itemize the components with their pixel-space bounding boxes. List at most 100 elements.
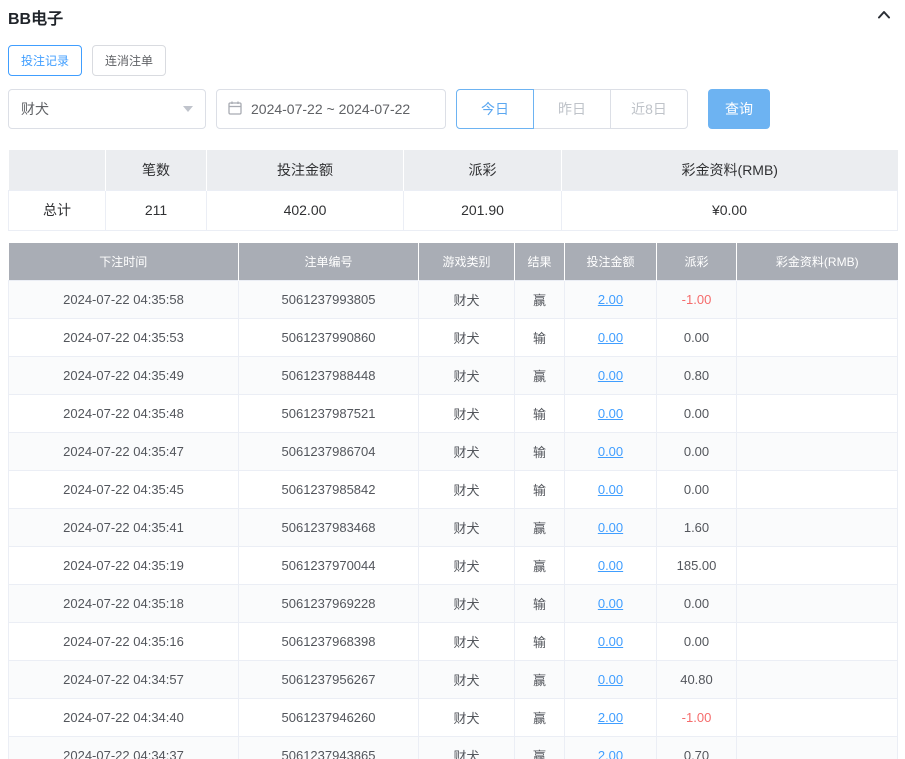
game-type: 财犬 <box>418 394 515 433</box>
summary-total-row: 总计 211 402.00 201.90 ¥0.00 <box>8 189 898 231</box>
bet-amount-link[interactable]: 0.00 <box>598 368 623 383</box>
order-id: 5061237970044 <box>238 546 419 585</box>
bet-amount-cell: 0.00 <box>564 584 657 623</box>
bet-time: 2024-07-22 04:35:16 <box>8 622 239 661</box>
bet-amount-link[interactable]: 2.00 <box>598 292 623 307</box>
yesterday-button[interactable]: 昨日 <box>533 89 611 129</box>
payout-value: 0.00 <box>656 318 737 357</box>
bonus-value <box>736 508 898 547</box>
search-button[interactable]: 查询 <box>708 89 770 129</box>
bet-amount-cell: 0.00 <box>564 508 657 547</box>
col-header-game-type: 游戏类别 <box>418 242 515 281</box>
payout-value: 40.80 <box>656 660 737 699</box>
bet-amount-cell: 0.00 <box>564 622 657 661</box>
bet-amount-cell: 0.00 <box>564 470 657 509</box>
game-type: 财犬 <box>418 736 515 759</box>
calendar-icon <box>227 100 243 119</box>
bet-time: 2024-07-22 04:35:48 <box>8 394 239 433</box>
bet-table: 下注时间 注单编号 游戏类别 结果 投注金额 派彩 彩金资料(RMB) 2024… <box>8 242 898 759</box>
game-select-value: 财犬 <box>21 101 49 117</box>
payout-value: -1.00 <box>656 698 737 737</box>
table-row: 2024-07-22 04:35:19 5061237970044 财犬赢 0.00 1… <box>8 546 898 585</box>
result-label: 输 <box>514 394 565 433</box>
game-type: 财犬 <box>418 356 515 395</box>
result-label: 输 <box>514 584 565 623</box>
bonus-value <box>736 394 898 433</box>
table-row: 2024-07-22 04:34:57 5061237956267 财犬赢 0.00 4… <box>8 660 898 699</box>
summary-total-bonus: ¥0.00 <box>561 189 898 231</box>
bet-amount-link[interactable]: 2.00 <box>598 748 623 759</box>
summary-total-bet-amount: 402.00 <box>206 189 404 231</box>
chevron-up-icon <box>875 6 893 27</box>
table-row: 2024-07-22 04:34:40 5061237946260 财犬赢 2.00 -… <box>8 698 898 737</box>
col-header-order-id: 注单编号 <box>238 242 419 281</box>
table-row: 2024-07-22 04:35:41 5061237983468 财犬赢 0.00 1… <box>8 508 898 547</box>
bet-time: 2024-07-22 04:35:18 <box>8 584 239 623</box>
game-type: 财犬 <box>418 698 515 737</box>
col-header-payout: 派彩 <box>656 242 737 281</box>
collapse-button[interactable] <box>875 6 893 27</box>
bonus-value <box>736 280 898 319</box>
tab-bar: 投注记录 连消注单 <box>8 45 897 76</box>
col-header-bonus: 彩金资料(RMB) <box>736 242 898 281</box>
order-id: 5061237946260 <box>238 698 419 737</box>
summary-header-row: 笔数 投注金额 派彩 彩金资料(RMB) <box>8 150 898 190</box>
filter-bar: 财犬 2024-07-22 ~ 2024-07-22 今日 昨日 近8日 查询 <box>8 89 897 129</box>
table-row: 2024-07-22 04:35:47 5061237986704 财犬输 0.00 0… <box>8 432 898 471</box>
bet-time: 2024-07-22 04:35:49 <box>8 356 239 395</box>
bonus-value <box>736 318 898 357</box>
tab-canceled-orders[interactable]: 连消注单 <box>92 45 167 76</box>
bet-time: 2024-07-22 04:34:37 <box>8 736 239 759</box>
quick-date-buttons: 今日 昨日 近8日 <box>456 89 688 129</box>
payout-value: 0.00 <box>656 394 737 433</box>
bonus-value <box>736 698 898 737</box>
today-button[interactable]: 今日 <box>456 89 534 129</box>
payout-value: 185.00 <box>656 546 737 585</box>
result-label: 输 <box>514 622 565 661</box>
bet-amount-link[interactable]: 0.00 <box>598 596 623 611</box>
bonus-value <box>736 660 898 699</box>
bonus-value <box>736 622 898 661</box>
bet-amount-link[interactable]: 0.00 <box>598 330 623 345</box>
bet-records-panel: BB电子 投注记录 连消注单 财犬 2024-07-22 ~ 2024-07-2… <box>0 0 905 759</box>
bonus-value <box>736 584 898 623</box>
result-label: 赢 <box>514 698 565 737</box>
bet-time: 2024-07-22 04:35:45 <box>8 470 239 509</box>
bet-amount-cell: 2.00 <box>564 698 657 737</box>
panel-header: BB电子 <box>0 0 905 28</box>
table-row: 2024-07-22 04:35:58 5061237993805 财犬赢 2.00 -… <box>8 280 898 319</box>
summary-table: 笔数 投注金额 派彩 彩金资料(RMB) 总计 211 402.00 201.9… <box>8 150 898 231</box>
result-label: 赢 <box>514 546 565 585</box>
date-range-value: 2024-07-22 ~ 2024-07-22 <box>251 101 411 117</box>
payout-value: 0.70 <box>656 736 737 759</box>
table-row: 2024-07-22 04:34:37 5061237943865 财犬赢 2.00 0… <box>8 736 898 759</box>
payout-value: 0.00 <box>656 432 737 471</box>
bet-amount-link[interactable]: 0.00 <box>598 444 623 459</box>
result-label: 赢 <box>514 356 565 395</box>
bonus-value <box>736 736 898 759</box>
payout-value: 1.60 <box>656 508 737 547</box>
payout-value: -1.00 <box>656 280 737 319</box>
bet-amount-link[interactable]: 0.00 <box>598 558 623 573</box>
table-row: 2024-07-22 04:35:53 5061237990860 财犬输 0.00 0… <box>8 318 898 357</box>
game-type: 财犬 <box>418 318 515 357</box>
order-id: 5061237968398 <box>238 622 419 661</box>
bet-amount-link[interactable]: 0.00 <box>598 634 623 649</box>
bet-amount-link[interactable]: 0.00 <box>598 520 623 535</box>
bet-amount-link[interactable]: 0.00 <box>598 672 623 687</box>
order-id: 5061237943865 <box>238 736 419 759</box>
bet-amount-link[interactable]: 0.00 <box>598 482 623 497</box>
order-id: 5061237986704 <box>238 432 419 471</box>
date-range-picker[interactable]: 2024-07-22 ~ 2024-07-22 <box>216 89 446 129</box>
bet-amount-cell: 2.00 <box>564 280 657 319</box>
game-select[interactable]: 财犬 <box>8 89 206 129</box>
payout-value: 0.80 <box>656 356 737 395</box>
bet-table-body: 2024-07-22 04:35:58 5061237993805 财犬赢 2.00-… <box>8 280 898 759</box>
bet-amount-link[interactable]: 0.00 <box>598 406 623 421</box>
game-type: 财犬 <box>418 584 515 623</box>
bet-amount-link[interactable]: 2.00 <box>598 710 623 725</box>
game-type: 财犬 <box>418 432 515 471</box>
last-8-days-button[interactable]: 近8日 <box>610 89 688 129</box>
bonus-value <box>736 356 898 395</box>
tab-bet-records[interactable]: 投注记录 <box>8 45 83 76</box>
